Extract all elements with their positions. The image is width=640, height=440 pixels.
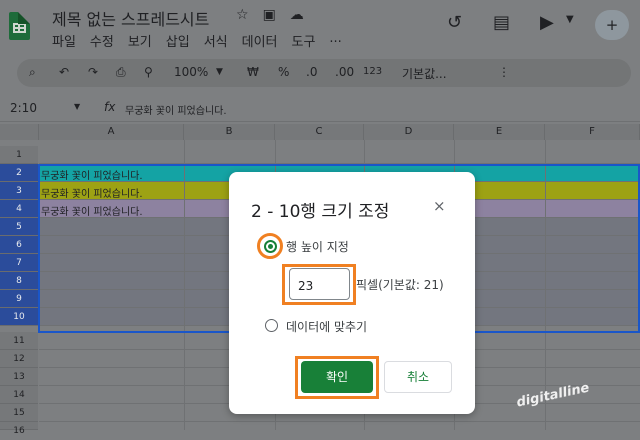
menu-file[interactable]: 파일 [52,31,76,50]
sheets-logo-icon[interactable] [9,12,30,40]
row-header[interactable]: 10 [0,308,38,326]
cancel-button[interactable]: 취소 [384,361,452,393]
redo-icon[interactable]: ↷ [88,65,98,79]
column-header-e[interactable]: E [454,124,545,140]
menu-insert[interactable]: 삽입 [166,31,190,50]
table-row[interactable] [39,146,640,164]
increase-decimal-button[interactable]: .00 [335,65,354,79]
share-icon[interactable]: + [595,10,629,40]
paint-format-icon[interactable]: ⚲ [144,65,153,79]
font-select[interactable]: 기본값... [402,65,447,82]
video-call-icon[interactable]: ▶ [540,12,554,33]
zoom-chevron-icon[interactable]: ▼ [216,67,223,77]
undo-icon[interactable]: ↶ [59,65,69,79]
row-header[interactable]: 11 [0,332,38,350]
folder-move-icon[interactable]: ▣ [263,7,276,23]
row-header[interactable]: 8 [0,272,38,290]
menu-bar: 파일 수정 보기 삽입 서식 데이터 도구 ... [52,31,342,50]
row-header[interactable]: 3 [0,182,38,200]
comment-icon[interactable]: ▤ [493,12,510,33]
row-header[interactable]: 7 [0,254,38,272]
top-bar: 제목 없는 스프레드시트 ☆ ▣ ☁ 파일 수정 보기 삽입 서식 데이터 도구… [0,0,640,52]
row-header[interactable]: 1 [0,146,38,164]
zoom-select[interactable]: 100% [174,65,208,79]
dialog-title: 2 - 10행 크기 조정 [251,202,390,222]
number-format-button[interactable]: 123 [363,66,382,77]
name-box-chevron-icon[interactable]: ▼ [74,102,80,111]
formula-input[interactable]: 무궁화 꽃이 피었습니다. [125,102,227,117]
row-header[interactable]: 2 [0,164,38,182]
row-header[interactable]: 6 [0,236,38,254]
formula-bar: 2:10 ▼ fx 무궁화 꽃이 피었습니다. [0,96,640,122]
row-header[interactable]: 16 [0,422,38,436]
menu-edit[interactable]: 수정 [90,31,114,50]
percent-format-button[interactable]: % [278,65,289,79]
column-header-a[interactable]: A [39,124,184,140]
pixel-default-label: 픽셀(기본값: 21) [356,278,444,292]
fit-to-data-label[interactable]: 데이터에 맞추기 [286,318,367,335]
history-icon[interactable]: ↺ [447,12,462,33]
column-header-b[interactable]: B [184,124,275,140]
document-title[interactable]: 제목 없는 스프레드시트 [52,6,209,30]
row-header[interactable]: 5 [0,218,38,236]
star-icon[interactable]: ☆ [236,7,249,23]
cloud-icon[interactable]: ☁ [290,7,304,23]
menu-format[interactable]: 서식 [204,31,228,50]
menu-more[interactable]: ... [329,31,341,50]
ok-button[interactable]: 확인 [301,361,373,393]
select-all-corner[interactable] [0,124,39,140]
menu-data[interactable]: 데이터 [242,31,278,50]
title-icons: ☆ ▣ ☁ [236,7,304,23]
radio-fit-to-data[interactable] [265,319,278,332]
toolbar: ⌕ ↶ ↷ ⎙ ⚲ 100% ▼ ₩ % .0 .00 123 기본값... ⋮ [17,59,631,87]
row-header[interactable]: 12 [0,350,38,368]
more-icon[interactable]: ⋮ [498,65,510,79]
column-header-d[interactable]: D [364,124,454,140]
radio-specify-height[interactable] [264,240,277,253]
search-icon[interactable]: ⌕ [29,65,36,80]
name-box[interactable]: 2:10 [10,101,37,115]
close-icon[interactable]: × [433,197,446,215]
fx-icon: fx [104,100,116,114]
currency-format-button[interactable]: ₩ [247,65,259,79]
specify-height-label[interactable]: 행 높이 지정 [286,238,349,255]
print-icon[interactable]: ⎙ [116,65,126,80]
row-header[interactable]: 15 [0,404,38,422]
row-header[interactable]: 14 [0,386,38,404]
row-header[interactable]: 9 [0,290,38,308]
row-header[interactable]: 4 [0,200,38,218]
row-height-input[interactable]: 23 [289,268,350,300]
menu-view[interactable]: 보기 [128,31,152,50]
column-header-c[interactable]: C [275,124,364,140]
decrease-decimal-button[interactable]: .0 [306,65,317,79]
menu-tools[interactable]: 도구 [292,31,316,50]
row-header[interactable]: 13 [0,368,38,386]
chevron-down-icon[interactable]: ▼ [566,14,574,25]
column-header-f[interactable]: F [545,124,640,140]
